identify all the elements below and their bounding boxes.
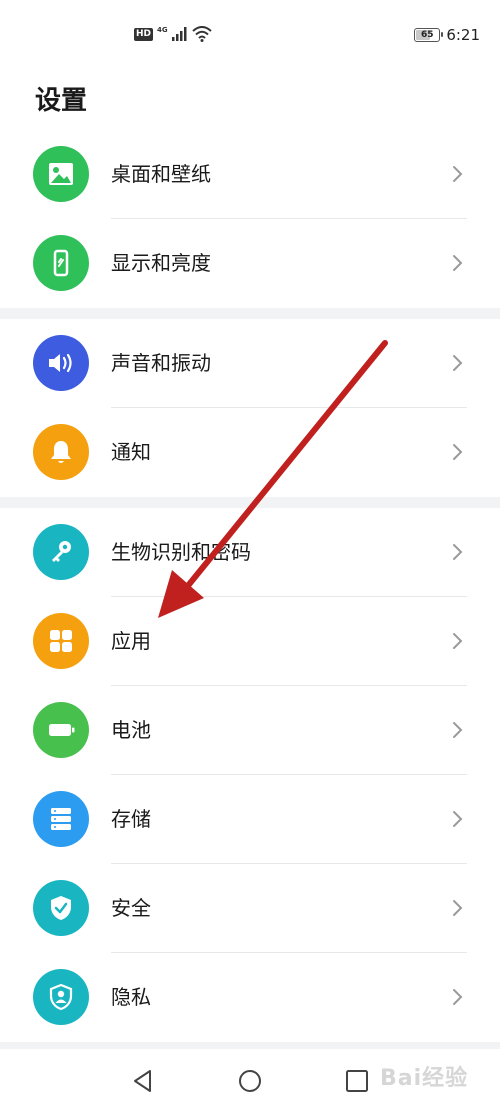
settings-item-biometrics[interactable]: 生物识别和密码 <box>0 508 500 597</box>
settings-item-label: 电池 <box>111 718 151 742</box>
settings-group-display: 桌面和壁纸 显示和亮度 <box>0 130 500 308</box>
chevron-right-icon <box>453 811 463 827</box>
network-type: 4G <box>157 26 168 34</box>
chevron-right-icon <box>453 166 463 182</box>
settings-item-label: 声音和振动 <box>111 351 211 375</box>
battery-icon <box>33 702 89 758</box>
image-icon <box>33 146 89 202</box>
settings-item-label: 存储 <box>111 807 151 831</box>
signal-icon <box>171 27 187 41</box>
settings-item-label: 生物识别和密码 <box>111 540 251 564</box>
chevron-right-icon <box>453 444 463 460</box>
back-icon[interactable] <box>130 1068 156 1094</box>
settings-item-battery[interactable]: 电池 <box>0 686 500 775</box>
shield-check-icon <box>33 880 89 936</box>
speaker-icon <box>33 335 89 391</box>
settings-item-security[interactable]: 安全 <box>0 864 500 953</box>
chevron-right-icon <box>453 722 463 738</box>
settings-item-label: 隐私 <box>111 985 151 1009</box>
settings-item-privacy[interactable]: 隐私 <box>0 953 500 1042</box>
watermark: Bai经验 <box>380 1066 469 1091</box>
key-icon <box>33 524 89 580</box>
settings-item-label: 显示和亮度 <box>111 251 211 275</box>
apps-grid-icon <box>33 613 89 669</box>
chevron-right-icon <box>453 989 463 1005</box>
chevron-right-icon <box>453 355 463 371</box>
settings-item-label: 桌面和壁纸 <box>111 162 211 186</box>
status-right: 65 6:21 <box>414 26 480 44</box>
chevron-right-icon <box>453 255 463 271</box>
settings-item-storage[interactable]: 存储 <box>0 775 500 864</box>
settings-item-wallpaper[interactable]: 桌面和壁纸 <box>0 130 500 219</box>
battery-indicator: 65 <box>414 28 444 42</box>
chevron-right-icon <box>453 633 463 649</box>
settings-group-system: 生物识别和密码 应用 电池 存储 安全 隐私 <box>0 508 500 1042</box>
hd-badge: HD <box>134 27 154 41</box>
settings-item-label: 安全 <box>111 896 151 920</box>
chevron-right-icon <box>453 544 463 560</box>
settings-item-display[interactable]: 显示和亮度 <box>0 219 500 308</box>
storage-icon <box>33 791 89 847</box>
bell-icon <box>33 424 89 480</box>
settings-item-notifications[interactable]: 通知 <box>0 408 500 497</box>
wifi-icon <box>191 26 212 42</box>
battery-level: 65 <box>421 30 434 40</box>
settings-item-label: 通知 <box>111 440 151 464</box>
settings-group-sound: 声音和振动 通知 <box>0 319 500 497</box>
clock: 6:21 <box>446 26 480 44</box>
settings-item-apps[interactable]: 应用 <box>0 597 500 686</box>
settings-item-label: 应用 <box>111 629 151 653</box>
recents-icon[interactable] <box>344 1068 370 1094</box>
privacy-shield-icon <box>33 969 89 1025</box>
home-icon[interactable] <box>237 1068 263 1094</box>
phone-brightness-icon <box>33 235 89 291</box>
settings-item-sound[interactable]: 声音和振动 <box>0 319 500 408</box>
status-bar: HD 4G 65 6:21 <box>0 0 500 76</box>
chevron-right-icon <box>453 900 463 916</box>
page-title: 设置 <box>35 86 88 116</box>
status-left: HD 4G <box>134 26 212 42</box>
